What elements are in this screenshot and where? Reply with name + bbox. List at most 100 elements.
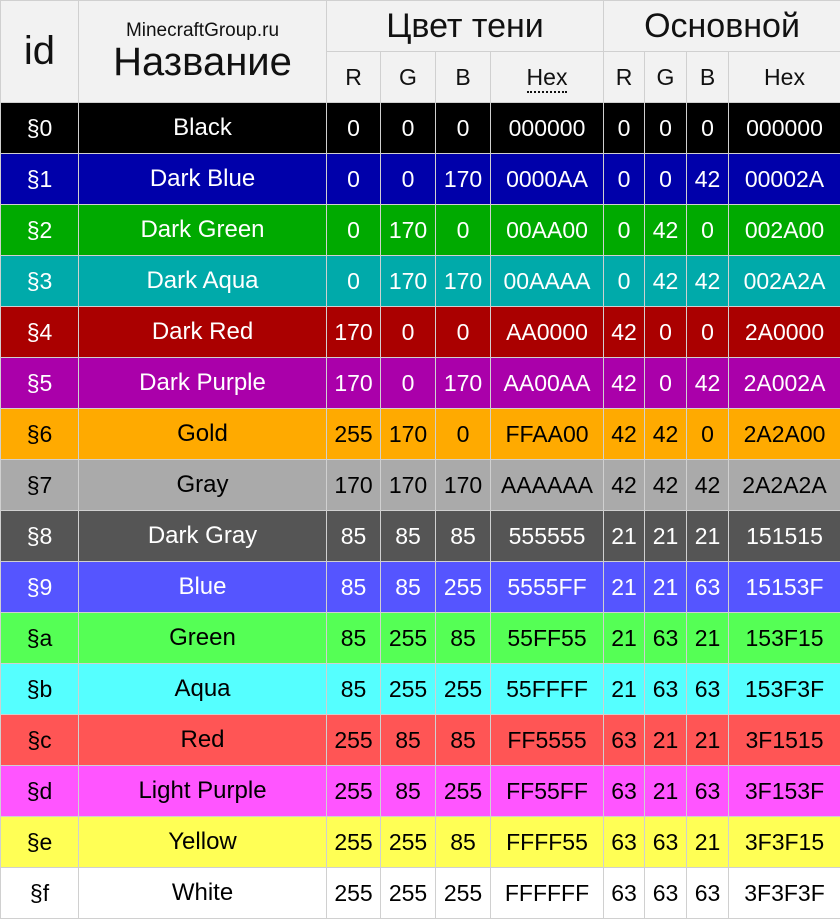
main-r-cell: 21 xyxy=(604,664,645,715)
shadow-hex-cell: FFFF55 xyxy=(491,817,604,868)
shadow-hex-cell: 55FF55 xyxy=(491,613,604,664)
color-name-cell: Gold xyxy=(79,409,327,460)
table-row: §5Dark Purple1700170AA00AA420422A002A xyxy=(1,358,840,409)
shadow-hex-cell: FF5555 xyxy=(491,715,604,766)
color-name-cell: Black xyxy=(79,103,327,154)
color-name-cell: Gray xyxy=(79,460,327,511)
name-column-header: MinecraftGroup.ru Название xyxy=(79,1,327,103)
main-hex-cell: 153F15 xyxy=(729,613,840,664)
table-row: §bAqua8525525555FFFF216363153F3F xyxy=(1,664,840,715)
color-name-cell: Dark Purple xyxy=(79,358,327,409)
shadow-r-cell: 85 xyxy=(327,511,381,562)
shadow-b-cell: 85 xyxy=(436,613,491,664)
shadow-r-cell: 255 xyxy=(327,817,381,868)
shadow-b-cell: 170 xyxy=(436,358,491,409)
shadow-hex-cell: 0000AA xyxy=(491,154,604,205)
table-row: §eYellow25525585FFFF556363213F3F15 xyxy=(1,817,840,868)
color-code-cell: §9 xyxy=(1,562,79,613)
shadow-g-cell: 0 xyxy=(381,154,436,205)
id-column-header: id xyxy=(1,1,79,103)
table-row: §7Gray170170170AAAAAA4242422A2A2A xyxy=(1,460,840,511)
shadow-g-cell: 170 xyxy=(381,460,436,511)
main-b-cell: 42 xyxy=(687,154,729,205)
shadow-b-cell: 170 xyxy=(436,460,491,511)
main-r-cell: 63 xyxy=(604,715,645,766)
main-hex-cell: 15153F xyxy=(729,562,840,613)
shadow-r-cell: 85 xyxy=(327,664,381,715)
site-label: MinecraftGroup.ru xyxy=(79,21,326,40)
main-b-cell: 42 xyxy=(687,256,729,307)
table-row: §cRed2558585FF55556321213F1515 xyxy=(1,715,840,766)
shadow-hex-cell: 5555FF xyxy=(491,562,604,613)
table-row: §dLight Purple25585255FF55FF6321633F153F xyxy=(1,766,840,817)
main-b-header: B xyxy=(687,52,729,103)
main-b-cell: 0 xyxy=(687,205,729,256)
shadow-b-cell: 0 xyxy=(436,409,491,460)
main-hex-cell: 2A0000 xyxy=(729,307,840,358)
shadow-g-cell: 255 xyxy=(381,664,436,715)
color-name-cell: Dark Aqua xyxy=(79,256,327,307)
shadow-b-cell: 255 xyxy=(436,562,491,613)
color-name-cell: Light Purple xyxy=(79,766,327,817)
main-r-cell: 63 xyxy=(604,868,645,919)
shadow-r-cell: 170 xyxy=(327,358,381,409)
main-b-cell: 0 xyxy=(687,103,729,154)
main-hex-cell: 3F153F xyxy=(729,766,840,817)
main-hex-cell: 002A00 xyxy=(729,205,840,256)
main-r-header: R xyxy=(604,52,645,103)
main-b-cell: 21 xyxy=(687,613,729,664)
main-b-cell: 63 xyxy=(687,766,729,817)
main-b-cell: 63 xyxy=(687,868,729,919)
color-code-cell: §6 xyxy=(1,409,79,460)
color-name-cell: Green xyxy=(79,613,327,664)
main-g-cell: 42 xyxy=(645,256,687,307)
main-g-cell: 0 xyxy=(645,358,687,409)
shadow-b-cell: 85 xyxy=(436,715,491,766)
main-b-cell: 42 xyxy=(687,358,729,409)
shadow-hex-header: Hex xyxy=(491,52,604,103)
table-row: §0Black000000000000000000 xyxy=(1,103,840,154)
shadow-color-group-header: Цвет тени xyxy=(327,1,604,52)
shadow-hex-cell: 00AA00 xyxy=(491,205,604,256)
color-code-cell: §b xyxy=(1,664,79,715)
main-r-cell: 0 xyxy=(604,154,645,205)
main-g-cell: 0 xyxy=(645,154,687,205)
shadow-g-cell: 0 xyxy=(381,307,436,358)
main-hex-cell: 3F3F15 xyxy=(729,817,840,868)
main-b-cell: 0 xyxy=(687,409,729,460)
main-g-cell: 63 xyxy=(645,817,687,868)
color-codes-table: id MinecraftGroup.ru Название Цвет тени … xyxy=(0,0,840,919)
main-g-cell: 21 xyxy=(645,511,687,562)
main-hex-cell: 3F1515 xyxy=(729,715,840,766)
main-r-cell: 0 xyxy=(604,256,645,307)
name-label: Название xyxy=(79,42,326,82)
color-code-cell: §1 xyxy=(1,154,79,205)
main-g-cell: 21 xyxy=(645,562,687,613)
table-row: §aGreen852558555FF55216321153F15 xyxy=(1,613,840,664)
shadow-r-cell: 85 xyxy=(327,562,381,613)
table-row: §fWhite255255255FFFFFF6363633F3F3F xyxy=(1,868,840,919)
color-name-cell: Yellow xyxy=(79,817,327,868)
color-code-cell: §4 xyxy=(1,307,79,358)
main-b-cell: 21 xyxy=(687,817,729,868)
color-name-cell: Red xyxy=(79,715,327,766)
shadow-g-cell: 85 xyxy=(381,562,436,613)
main-g-cell: 21 xyxy=(645,715,687,766)
main-hex-cell: 002A2A xyxy=(729,256,840,307)
color-code-cell: §8 xyxy=(1,511,79,562)
hex-abbreviation: Hex xyxy=(527,64,568,93)
main-g-cell: 0 xyxy=(645,307,687,358)
main-hex-cell: 2A2A2A xyxy=(729,460,840,511)
main-b-cell: 21 xyxy=(687,715,729,766)
shadow-r-cell: 170 xyxy=(327,307,381,358)
main-r-cell: 0 xyxy=(604,103,645,154)
shadow-g-cell: 85 xyxy=(381,715,436,766)
shadow-b-cell: 0 xyxy=(436,103,491,154)
color-name-cell: Dark Blue xyxy=(79,154,327,205)
table-row: §1Dark Blue001700000AA004200002A xyxy=(1,154,840,205)
shadow-hex-cell: AA0000 xyxy=(491,307,604,358)
main-r-cell: 21 xyxy=(604,562,645,613)
shadow-hex-cell: AAAAAA xyxy=(491,460,604,511)
color-name-cell: White xyxy=(79,868,327,919)
shadow-b-header: B xyxy=(436,52,491,103)
